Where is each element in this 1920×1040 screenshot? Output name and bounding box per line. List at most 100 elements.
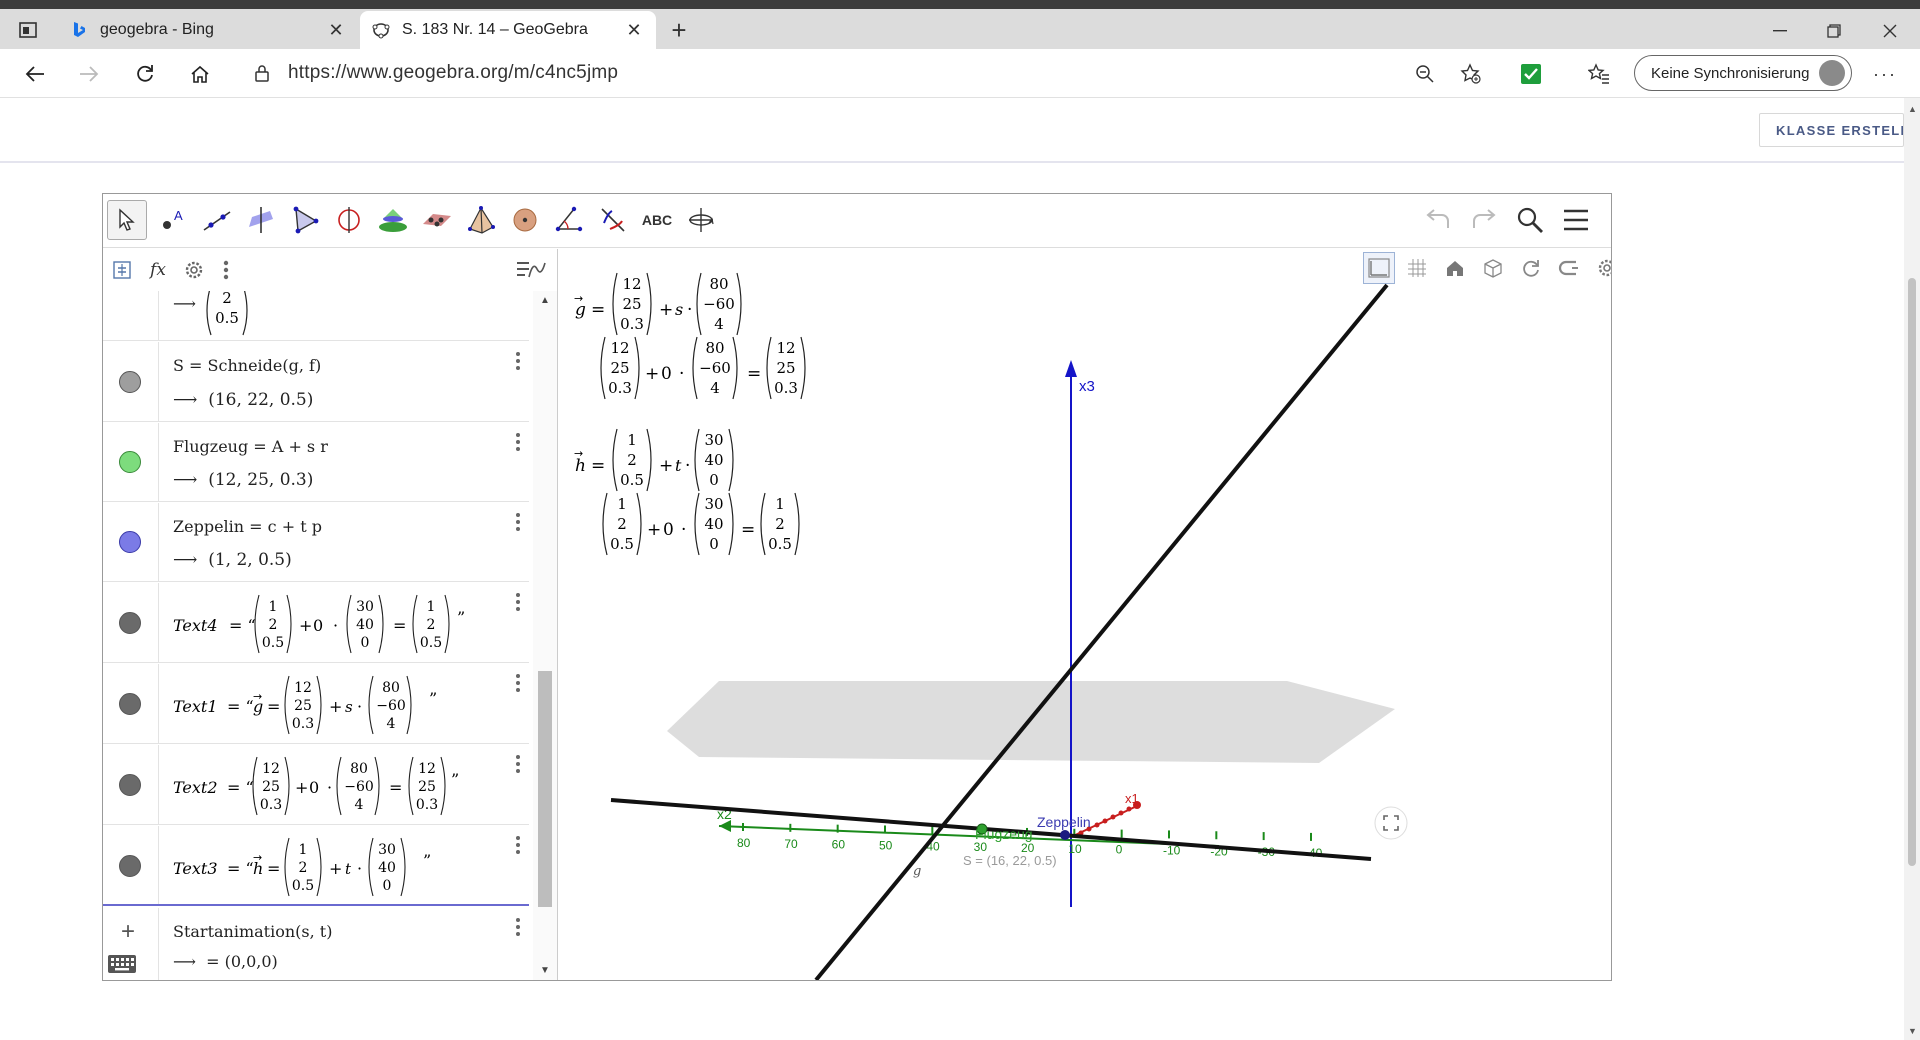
angle-tool[interactable] bbox=[549, 200, 589, 240]
fullscreen-icon[interactable] bbox=[1374, 806, 1408, 840]
pyramid-tool[interactable] bbox=[461, 200, 501, 240]
algebra-row-partial[interactable]: ⟶ 2 0.5 bbox=[103, 284, 529, 341]
settings-gear-icon[interactable] bbox=[179, 255, 209, 285]
back-icon[interactable] bbox=[20, 59, 50, 89]
marble-column bbox=[103, 503, 159, 581]
svg-text:→: → bbox=[574, 292, 583, 305]
page-scrollbar[interactable]: ▲ ▼ bbox=[1904, 98, 1920, 1040]
toggle-style-bar-icon[interactable] bbox=[513, 255, 549, 285]
home-icon[interactable] bbox=[185, 59, 215, 89]
svg-text:”: ” bbox=[423, 851, 431, 870]
scrollbar-thumb[interactable] bbox=[1908, 278, 1916, 866]
refresh-icon[interactable] bbox=[130, 59, 160, 89]
sphere-tool[interactable] bbox=[505, 200, 545, 240]
extension-check-icon[interactable] bbox=[1516, 59, 1546, 89]
undo-icon[interactable] bbox=[1421, 203, 1455, 237]
row-menu-icon[interactable] bbox=[513, 511, 523, 533]
redo-icon[interactable] bbox=[1467, 203, 1501, 237]
svg-text:0.5: 0.5 bbox=[620, 471, 644, 489]
forward-icon[interactable] bbox=[74, 59, 104, 89]
algebra-row-text2[interactable]: Text2 = “ 12 25 0.3 + 0 · 80 −60 4 = 12 … bbox=[103, 745, 529, 825]
tab-bing[interactable]: geogebra - Bing ✕ bbox=[58, 11, 358, 49]
scroll-down-icon[interactable]: ▼ bbox=[1908, 1026, 1917, 1036]
svg-text:12: 12 bbox=[622, 275, 641, 293]
visibility-marble[interactable] bbox=[119, 855, 141, 877]
visibility-marble[interactable] bbox=[119, 693, 141, 715]
algebra-row-text4[interactable]: Text4 = “ 1 2 0.5 + 0 · 30 40 0 = 1 2 0.… bbox=[103, 583, 529, 663]
row-menu-icon[interactable] bbox=[513, 916, 523, 938]
tab-geogebra[interactable]: S. 183 Nr. 14 – GeoGebra ✕ bbox=[360, 11, 656, 49]
value-text: (12, 25, 0.3) bbox=[208, 470, 314, 490]
zoom-out-icon[interactable] bbox=[1410, 59, 1440, 89]
algebra-view[interactable]: 𝑓x ⟶ 2 0.5 S = Schneide(g, f) ⟶ (16, 22,… bbox=[103, 249, 558, 980]
svg-text:80: 80 bbox=[382, 680, 400, 696]
close-window-icon[interactable] bbox=[1870, 19, 1910, 43]
minimize-icon[interactable] bbox=[1760, 19, 1800, 43]
new-tab-icon[interactable]: + bbox=[664, 17, 694, 45]
search-icon[interactable] bbox=[1513, 203, 1547, 237]
scroll-down-icon[interactable]: ▼ bbox=[540, 965, 550, 976]
svg-text:2: 2 bbox=[269, 617, 278, 633]
3d-scene[interactable]: x3 x2 80706050403020100-10-20-30-40 x1 F… bbox=[559, 249, 1611, 980]
algebra-description-icon[interactable] bbox=[107, 255, 137, 285]
input-definition[interactable]: Startanimation(s, t) bbox=[173, 922, 332, 941]
line-tool[interactable] bbox=[197, 200, 237, 240]
geogebra-icon bbox=[372, 21, 390, 39]
row-menu-icon[interactable] bbox=[513, 591, 523, 613]
svg-text:0.5: 0.5 bbox=[420, 635, 442, 651]
polygon-tool[interactable] bbox=[285, 200, 325, 240]
scroll-up-icon[interactable]: ▲ bbox=[540, 295, 550, 306]
close-tab-icon[interactable]: ✕ bbox=[326, 20, 346, 40]
text-tool[interactable]: ABC bbox=[637, 200, 677, 240]
algebra-row-flugzeug[interactable]: Flugzeug = A + s r ⟶ (12, 25, 0.3) bbox=[103, 423, 529, 502]
scroll-up-icon[interactable]: ▲ bbox=[1908, 104, 1917, 114]
plane-tool[interactable] bbox=[417, 200, 457, 240]
row-menu-icon[interactable] bbox=[513, 350, 523, 372]
visibility-marble[interactable] bbox=[119, 774, 141, 796]
function-icon[interactable]: 𝑓x bbox=[143, 255, 173, 285]
sync-button[interactable]: Keine Synchronisierung bbox=[1634, 55, 1852, 91]
circle-tool[interactable] bbox=[329, 200, 369, 240]
close-tab-icon[interactable]: ✕ bbox=[624, 20, 644, 40]
svg-text:→: → bbox=[574, 447, 583, 460]
algebra-scrollbar[interactable]: ▲ ▼ bbox=[533, 291, 557, 980]
point-tool[interactable]: A bbox=[153, 200, 193, 240]
point-zeppelin[interactable] bbox=[1060, 830, 1070, 840]
perpendicular-tool[interactable] bbox=[241, 200, 281, 240]
geogebra-applet[interactable]: A ABC 𝑓x ⟶ 2 0.5 S = Schneide(g, f) ⟶ (1… bbox=[102, 193, 1612, 981]
restore-icon[interactable] bbox=[1814, 19, 1854, 43]
intersect-surfaces-tool[interactable] bbox=[373, 200, 413, 240]
tab-actions-button[interactable] bbox=[14, 17, 42, 43]
algebra-row-text3[interactable]: Text3 = “ h → = 1 2 0.5 + t · 30 40 0 ” bbox=[103, 826, 529, 906]
row-menu-icon[interactable] bbox=[513, 834, 523, 856]
visibility-marble[interactable] bbox=[119, 612, 141, 634]
row-menu-icon[interactable] bbox=[513, 753, 523, 775]
label-g: g bbox=[913, 864, 921, 879]
row-menu-icon[interactable] bbox=[513, 431, 523, 453]
graphics-3d-view[interactable]: x3 x2 80706050403020100-10-20-30-40 x1 F… bbox=[559, 249, 1611, 980]
keyboard-icon[interactable] bbox=[107, 954, 137, 979]
svg-text:4: 4 bbox=[387, 716, 396, 732]
visibility-marble[interactable] bbox=[119, 371, 141, 393]
visibility-marble[interactable] bbox=[119, 531, 141, 553]
algebra-row-zeppelin[interactable]: Zeppelin = c + t p ⟶ (1, 2, 0.5) bbox=[103, 503, 529, 582]
algebra-input-row[interactable]: + Startanimation(s, t) ⟶ = (0,0,0) bbox=[103, 908, 529, 980]
row-menu-icon[interactable] bbox=[513, 672, 523, 694]
reflect-tool[interactable] bbox=[593, 200, 633, 240]
more-options-icon[interactable]: ··· bbox=[1870, 59, 1900, 89]
algebra-menu-icon[interactable] bbox=[211, 255, 241, 285]
create-class-button[interactable]: KLASSE ERSTELLE bbox=[1759, 113, 1904, 147]
add-item-icon[interactable]: + bbox=[121, 918, 135, 946]
move-tool[interactable] bbox=[107, 200, 147, 240]
rotate-view-tool[interactable] bbox=[681, 200, 721, 240]
marble-column bbox=[103, 826, 159, 904]
algebra-row-text1[interactable]: Text1 = “ g → = 12 25 0.3 + s · 80 −60 4… bbox=[103, 664, 529, 744]
add-favorite-icon[interactable] bbox=[1456, 59, 1486, 89]
algebra-row-s[interactable]: S = Schneide(g, f) ⟶ (16, 22, 0.5) bbox=[103, 342, 529, 422]
main-menu-icon[interactable] bbox=[1559, 203, 1593, 237]
url-field[interactable]: https://www.geogebra.org/m/c4nc5jmp bbox=[240, 55, 1480, 91]
favorites-icon[interactable] bbox=[1584, 59, 1614, 89]
marble-column bbox=[103, 583, 159, 662]
visibility-marble[interactable] bbox=[119, 451, 141, 473]
scrollbar-thumb[interactable] bbox=[538, 671, 552, 907]
